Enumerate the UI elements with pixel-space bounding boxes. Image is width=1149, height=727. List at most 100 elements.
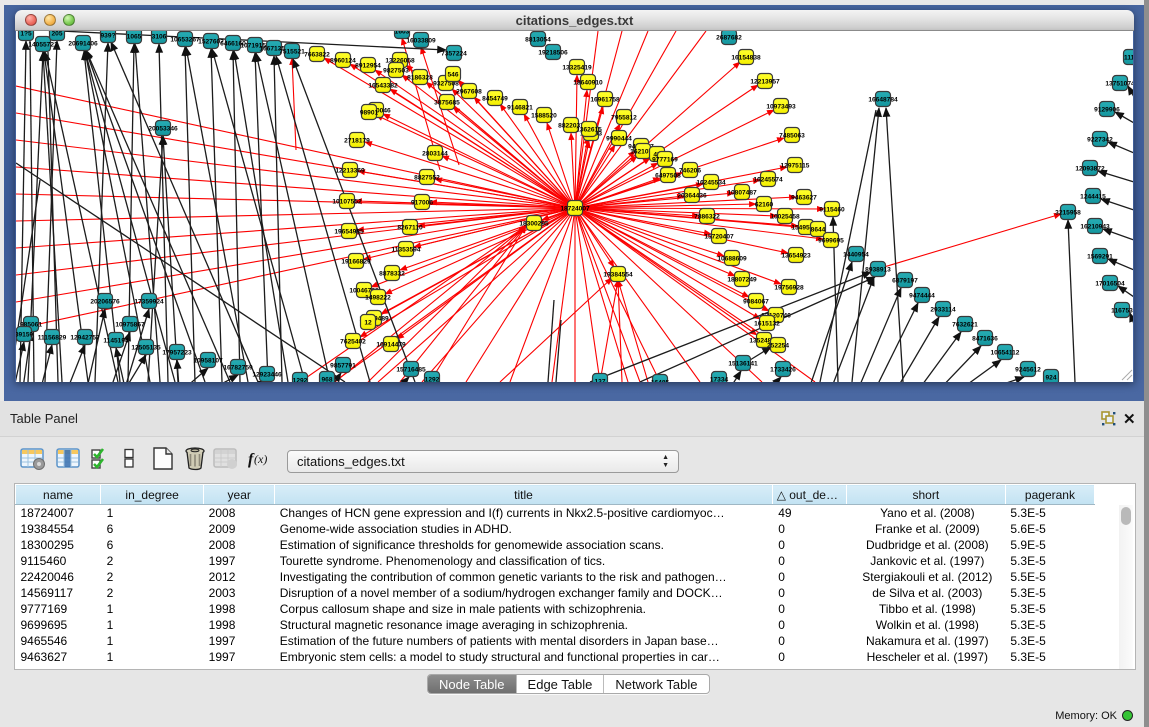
svg-text:19384554: 19384554 bbox=[603, 271, 633, 278]
svg-text:12942757: 12942757 bbox=[70, 334, 100, 341]
svg-text:16961758: 16961758 bbox=[590, 96, 620, 103]
svg-text:18807249: 18807249 bbox=[727, 276, 757, 283]
svg-text:2967608: 2967608 bbox=[456, 88, 482, 95]
svg-text:9990444: 9990444 bbox=[606, 135, 632, 142]
svg-text:6879197: 6879197 bbox=[892, 277, 918, 284]
svg-text:1603: 1603 bbox=[395, 31, 410, 35]
svg-text:20206576: 20206576 bbox=[90, 298, 120, 305]
svg-text:18300295: 18300295 bbox=[519, 220, 549, 227]
svg-text:7515521: 7515521 bbox=[279, 48, 305, 55]
svg-text:1588520: 1588520 bbox=[531, 112, 557, 119]
svg-text:7632621: 7632621 bbox=[952, 321, 978, 328]
svg-text:20691406: 20691406 bbox=[68, 40, 98, 47]
svg-text:16033809: 16033809 bbox=[406, 37, 436, 44]
svg-text:205: 205 bbox=[51, 31, 62, 37]
svg-text:16782759: 16782759 bbox=[223, 364, 253, 371]
svg-text:10688609: 10688609 bbox=[717, 255, 747, 262]
svg-text:10025458: 10025458 bbox=[770, 213, 800, 220]
svg-text:9245612: 9245612 bbox=[1015, 366, 1041, 373]
svg-text:1065: 1065 bbox=[127, 33, 142, 40]
svg-text:15720407: 15720407 bbox=[704, 233, 734, 240]
svg-text:13751074: 13751074 bbox=[1105, 80, 1133, 87]
svg-text:19654985: 19654985 bbox=[334, 228, 364, 235]
svg-text:9115460: 9115460 bbox=[819, 206, 845, 213]
svg-text:1292: 1292 bbox=[425, 376, 440, 382]
svg-text:3106: 3106 bbox=[152, 33, 167, 40]
svg-text:924: 924 bbox=[1045, 374, 1056, 381]
svg-text:15136141: 15136141 bbox=[728, 360, 758, 367]
svg-text:6497508: 6497508 bbox=[655, 172, 681, 179]
svg-text:1292: 1292 bbox=[293, 377, 308, 382]
svg-text:(x): (x) bbox=[254, 452, 267, 466]
svg-text:8878332: 8878332 bbox=[379, 270, 405, 277]
svg-text:12923446: 12923446 bbox=[252, 371, 282, 378]
svg-text:746206: 746206 bbox=[679, 167, 701, 174]
svg-text:1569291: 1569291 bbox=[1087, 253, 1113, 260]
svg-text:8938913: 8938913 bbox=[865, 266, 891, 273]
svg-text:8960124: 8960124 bbox=[330, 57, 356, 64]
svg-text:16154838: 16154838 bbox=[731, 54, 761, 61]
svg-text:8471636: 8471636 bbox=[972, 335, 998, 342]
svg-text:3875685: 3875685 bbox=[434, 99, 460, 106]
svg-text:62160: 62160 bbox=[755, 201, 774, 208]
svg-text:16914479: 16914479 bbox=[376, 341, 406, 348]
svg-text:19756928: 19756928 bbox=[774, 284, 804, 291]
svg-text:1244415: 1244415 bbox=[1080, 193, 1106, 200]
svg-text:9129906: 9129906 bbox=[1094, 106, 1120, 113]
svg-text:968: 968 bbox=[321, 376, 332, 382]
svg-text:1112: 1112 bbox=[1124, 54, 1133, 61]
svg-text:252254: 252254 bbox=[767, 342, 789, 349]
svg-text:8827552: 8827552 bbox=[414, 174, 440, 181]
svg-text:13654923: 13654923 bbox=[781, 252, 811, 259]
svg-text:1733426: 1733426 bbox=[770, 366, 796, 373]
svg-text:1362615: 1362615 bbox=[576, 126, 602, 133]
svg-text:13325419: 13325419 bbox=[562, 64, 592, 71]
svg-text:12213957: 12213957 bbox=[750, 78, 780, 85]
svg-text:10654112: 10654112 bbox=[991, 349, 1020, 356]
svg-text:10807487: 10807487 bbox=[727, 189, 757, 196]
svg-text:7663822: 7663822 bbox=[304, 51, 330, 58]
svg-text:16485: 16485 bbox=[651, 379, 670, 382]
svg-text:9227342: 9227342 bbox=[1087, 136, 1113, 143]
svg-text:9699695: 9699695 bbox=[818, 237, 844, 244]
svg-text:16245534: 16245534 bbox=[696, 179, 726, 186]
svg-text:8813054: 8813054 bbox=[525, 36, 551, 43]
svg-text:116753: 116753 bbox=[1111, 307, 1133, 314]
svg-text:546: 546 bbox=[447, 71, 458, 78]
svg-text:17957223: 17957223 bbox=[162, 349, 192, 356]
svg-text:8644: 8644 bbox=[811, 226, 826, 233]
svg-text:7955812: 7955812 bbox=[611, 114, 637, 121]
svg-text:9084067: 9084067 bbox=[743, 298, 769, 305]
svg-text:9827503: 9827503 bbox=[383, 67, 409, 74]
svg-text:19166829: 19166829 bbox=[341, 258, 371, 265]
svg-text:14055721: 14055721 bbox=[28, 41, 58, 48]
svg-text:12505135: 12505135 bbox=[131, 344, 161, 351]
svg-text:15716485: 15716485 bbox=[396, 366, 426, 373]
svg-text:98901: 98901 bbox=[360, 109, 379, 116]
svg-text:16210943: 16210943 bbox=[1080, 223, 1110, 230]
svg-text:1145194: 1145194 bbox=[103, 337, 129, 344]
svg-text:11353594: 11353594 bbox=[392, 246, 421, 253]
svg-text:18724007: 18724007 bbox=[560, 205, 590, 212]
svg-text:8912954: 8912954 bbox=[355, 62, 381, 69]
svg-text:19218506: 19218506 bbox=[538, 49, 568, 56]
svg-text:1498222: 1498222 bbox=[365, 294, 391, 301]
svg-text:8186328: 8186328 bbox=[407, 74, 433, 81]
svg-text:10975867: 10975867 bbox=[115, 321, 145, 328]
svg-text:7485063: 7485063 bbox=[779, 132, 805, 139]
svg-text:1440954: 1440954 bbox=[843, 251, 869, 258]
svg-text:9463627: 9463627 bbox=[791, 194, 817, 201]
svg-text:10107552: 10107552 bbox=[332, 198, 362, 205]
svg-text:39159: 39159 bbox=[16, 331, 33, 338]
svg-text:9777169: 9777169 bbox=[652, 156, 678, 163]
svg-text:2687682: 2687682 bbox=[716, 34, 742, 41]
svg-text:1?5: 1?5 bbox=[20, 31, 32, 37]
svg-text:8267110: 8267110 bbox=[397, 224, 423, 231]
svg-text:10653267: 10653267 bbox=[170, 36, 200, 43]
svg-text:16543382: 16543382 bbox=[368, 82, 398, 89]
svg-text:10958107: 10958107 bbox=[193, 357, 223, 364]
svg-text:9474444: 9474444 bbox=[909, 292, 935, 299]
svg-text:16245574: 16245574 bbox=[753, 176, 783, 183]
svg-text:17359924: 17359924 bbox=[134, 298, 164, 305]
svg-text:16648784: 16648784 bbox=[868, 96, 898, 103]
